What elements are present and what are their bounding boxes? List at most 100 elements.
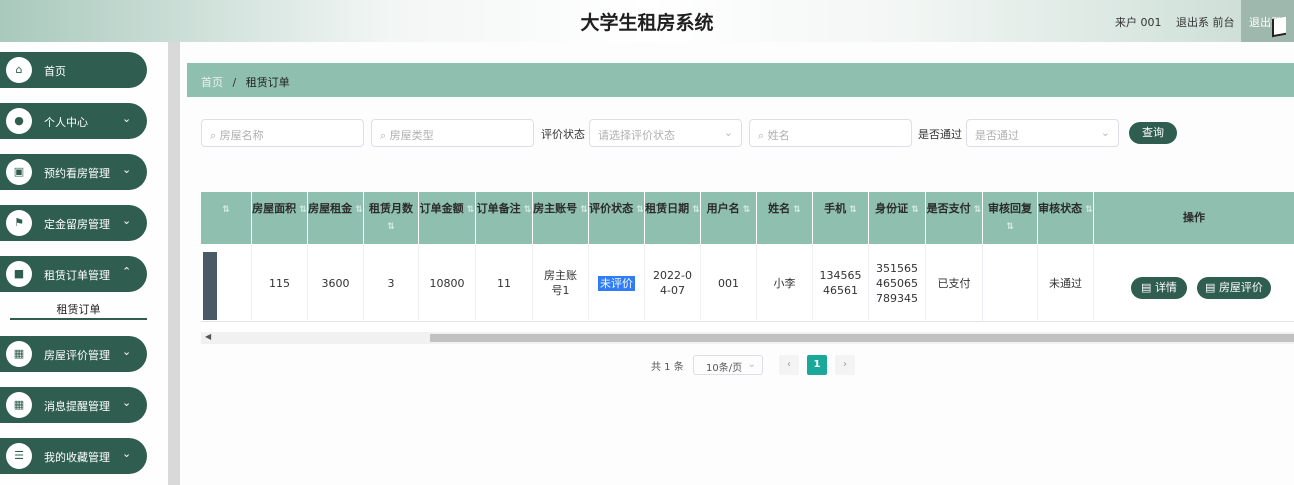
eval-status-placeholder: 请选择评价状态 [598, 129, 675, 142]
column-header-name[interactable]: 姓名 ⇅ [757, 192, 813, 244]
sidebar-item-label: 预约看房管理 [44, 167, 110, 180]
column-header-id-card[interactable]: 身份证 ⇅ [869, 192, 926, 244]
house-name-input[interactable]: ⌕ 房屋名称 [201, 119, 364, 147]
column-header-image: ⇅ [201, 192, 252, 244]
search-icon: ⌕ [210, 129, 220, 142]
sidebar-scrollbar[interactable] [168, 42, 180, 485]
logout-button[interactable]: 退出登 [1241, 0, 1294, 42]
sidebar-item-messages[interactable]: ▦ 消息提醒管理 ⌄ [0, 387, 147, 423]
sidebar-item-deposit[interactable]: ⚑ 定金留房管理 ⌄ [0, 205, 147, 241]
column-header-reply[interactable]: 审核回复 ⇅ [983, 192, 1038, 244]
cell-eval-status: 未评价 [589, 244, 645, 322]
breadcrumb-current: 租赁订单 [245, 76, 290, 89]
prev-page-button[interactable]: ‹ [779, 355, 799, 375]
sidebar-item-profile[interactable]: ● 个人中心 ⌄ [0, 103, 147, 139]
chevron-down-icon: ⌄ [1100, 126, 1110, 139]
column-header-rent[interactable]: 房屋租金 ⇅ [308, 192, 364, 244]
sidebar-item-label: 我的收藏管理 [44, 451, 110, 464]
page-size-value: 10条/页 [706, 363, 743, 374]
sidebar-item-label: 房屋评价管理 [44, 349, 110, 362]
video-icon: ■ [6, 261, 32, 287]
submenu-item-rental-orders[interactable]: 租赁订单 [10, 298, 147, 320]
column-header-phone[interactable]: 手机 ⇅ [813, 192, 869, 244]
sidebar-item-orders[interactable]: ■ 租赁订单管理 ⌃ [0, 256, 147, 292]
top-header: 大学生租房系统 来户 001 退出系 前台 退出登 [0, 0, 1294, 42]
column-header-audit[interactable]: 审核状态 ⇅ [1038, 192, 1094, 244]
sidebar-item-label: 消息提醒管理 [44, 400, 110, 413]
cell-paid: 已支付 [926, 244, 983, 322]
house-review-button[interactable]: ▤ 房屋评价 [1197, 277, 1271, 299]
sidebar-item-label: 定金留房管理 [44, 218, 110, 231]
sidebar-item-reviews[interactable]: ▦ 房屋评价管理 ⌄ [0, 336, 147, 372]
grid-icon: ▦ [6, 392, 32, 418]
cell-note: 11 [476, 244, 533, 322]
scrollbar-thumb[interactable] [430, 334, 1294, 342]
next-page-button[interactable]: › [835, 355, 855, 375]
pagination-total: 共 1 条 [651, 362, 684, 373]
breadcrumb: 首页 / 租赁订单 [187, 63, 1294, 97]
cell-owner: 房主账号1 [533, 244, 589, 322]
chevron-down-icon: ⌄ [122, 396, 132, 409]
header-user: 来户 001 [1115, 16, 1162, 29]
chevron-down-icon: ⌄ [723, 126, 733, 139]
eval-status-select[interactable]: 请选择评价状态 ⌄ [589, 119, 742, 147]
document-icon: ▤ [1141, 281, 1155, 294]
chevron-up-icon: ⌃ [122, 265, 132, 278]
chevron-down-icon: ⌄ [122, 345, 132, 358]
house-type-input[interactable]: ⌕ 房屋类型 [371, 119, 534, 147]
search-icon: ⌕ [758, 129, 768, 142]
user-icon: ● [6, 108, 32, 134]
header-role[interactable]: 退出系 前台 [1176, 14, 1235, 30]
name-placeholder: 姓名 [767, 129, 790, 142]
chevron-down-icon: ⌄ [122, 112, 132, 125]
column-header-note[interactable]: 订单备注 ⇅ [476, 192, 533, 244]
column-header-area[interactable]: 房屋面积 ⇅ [252, 192, 308, 244]
column-header-eval-status[interactable]: 评价状态 ⇅ [589, 192, 645, 244]
scroll-left-icon[interactable]: ◀ [205, 332, 211, 341]
cell-image [201, 244, 252, 322]
cell-name: 小李 [757, 244, 813, 322]
house-type-placeholder: 房屋类型 [389, 129, 434, 142]
house-thumbnail[interactable] [203, 252, 217, 320]
column-header-actions: 操作 [1183, 211, 1205, 224]
sidebar-item-favorites[interactable]: ☰ 我的收藏管理 ⌄ [0, 438, 147, 474]
cell-rent: 3600 [308, 244, 364, 322]
chevron-down-icon: ⌄ [747, 359, 756, 370]
column-header-months[interactable]: 租赁月数 ⇅ [364, 192, 419, 244]
orders-table: ⇅ 房屋面积 ⇅ 房屋租金 ⇅ 租赁月数 ⇅ 订单金额 ⇅ 订单备注 ⇅ 房主账… [201, 192, 1294, 344]
name-input[interactable]: ⌕ 姓名 [749, 119, 912, 147]
cell-username: 001 [701, 244, 757, 322]
approved-select[interactable]: 是否通过 ⌄ [966, 119, 1119, 147]
sidebar-item-label: 首页 [44, 65, 66, 78]
house-review-button-label: 房屋评价 [1218, 281, 1263, 294]
detail-button[interactable]: ▤ 详情 [1131, 277, 1187, 299]
grid-icon: ▦ [6, 341, 32, 367]
sidebar-item-label: 个人中心 [44, 116, 88, 129]
column-header-amount[interactable]: 订单金额 ⇅ [419, 192, 476, 244]
sidebar-item-home[interactable]: ⌂ 首页 [0, 52, 147, 88]
column-header-date[interactable]: 租赁日期 ⇅ [645, 192, 701, 244]
detail-button-label: 详情 [1154, 281, 1177, 294]
home-icon: ⌂ [6, 57, 32, 83]
search-icon: ⌕ [380, 129, 390, 142]
house-name-placeholder: 房屋名称 [219, 129, 264, 142]
query-button[interactable]: 查询 [1129, 122, 1177, 144]
page-number-1[interactable]: 1 [807, 355, 827, 375]
document-icon: ▤ [1205, 281, 1219, 294]
cell-months: 3 [364, 244, 419, 322]
table-horizontal-scrollbar[interactable]: ◀ [201, 332, 1294, 344]
column-header-owner[interactable]: 房主账号 ⇅ [533, 192, 589, 244]
column-header-paid[interactable]: 是否支付 ⇅ [926, 192, 983, 244]
sidebar-item-viewing[interactable]: ▣ 预约看房管理 ⌄ [0, 154, 147, 190]
chevron-down-icon: ⌄ [122, 214, 132, 227]
approved-label: 是否通过 [918, 128, 962, 141]
cell-audit: 未通过 [1038, 244, 1094, 322]
mouse-cursor-icon [1272, 16, 1286, 38]
chevron-down-icon: ⌄ [122, 163, 132, 176]
breadcrumb-home[interactable]: 首页 [201, 76, 223, 89]
chevron-down-icon: ⌄ [122, 447, 132, 460]
flag-icon: ⚑ [6, 210, 32, 236]
cell-reply [983, 244, 1038, 322]
page-size-select[interactable]: 10条/页 ⌄ [693, 355, 763, 375]
column-header-username[interactable]: 用户名 ⇅ [701, 192, 757, 244]
